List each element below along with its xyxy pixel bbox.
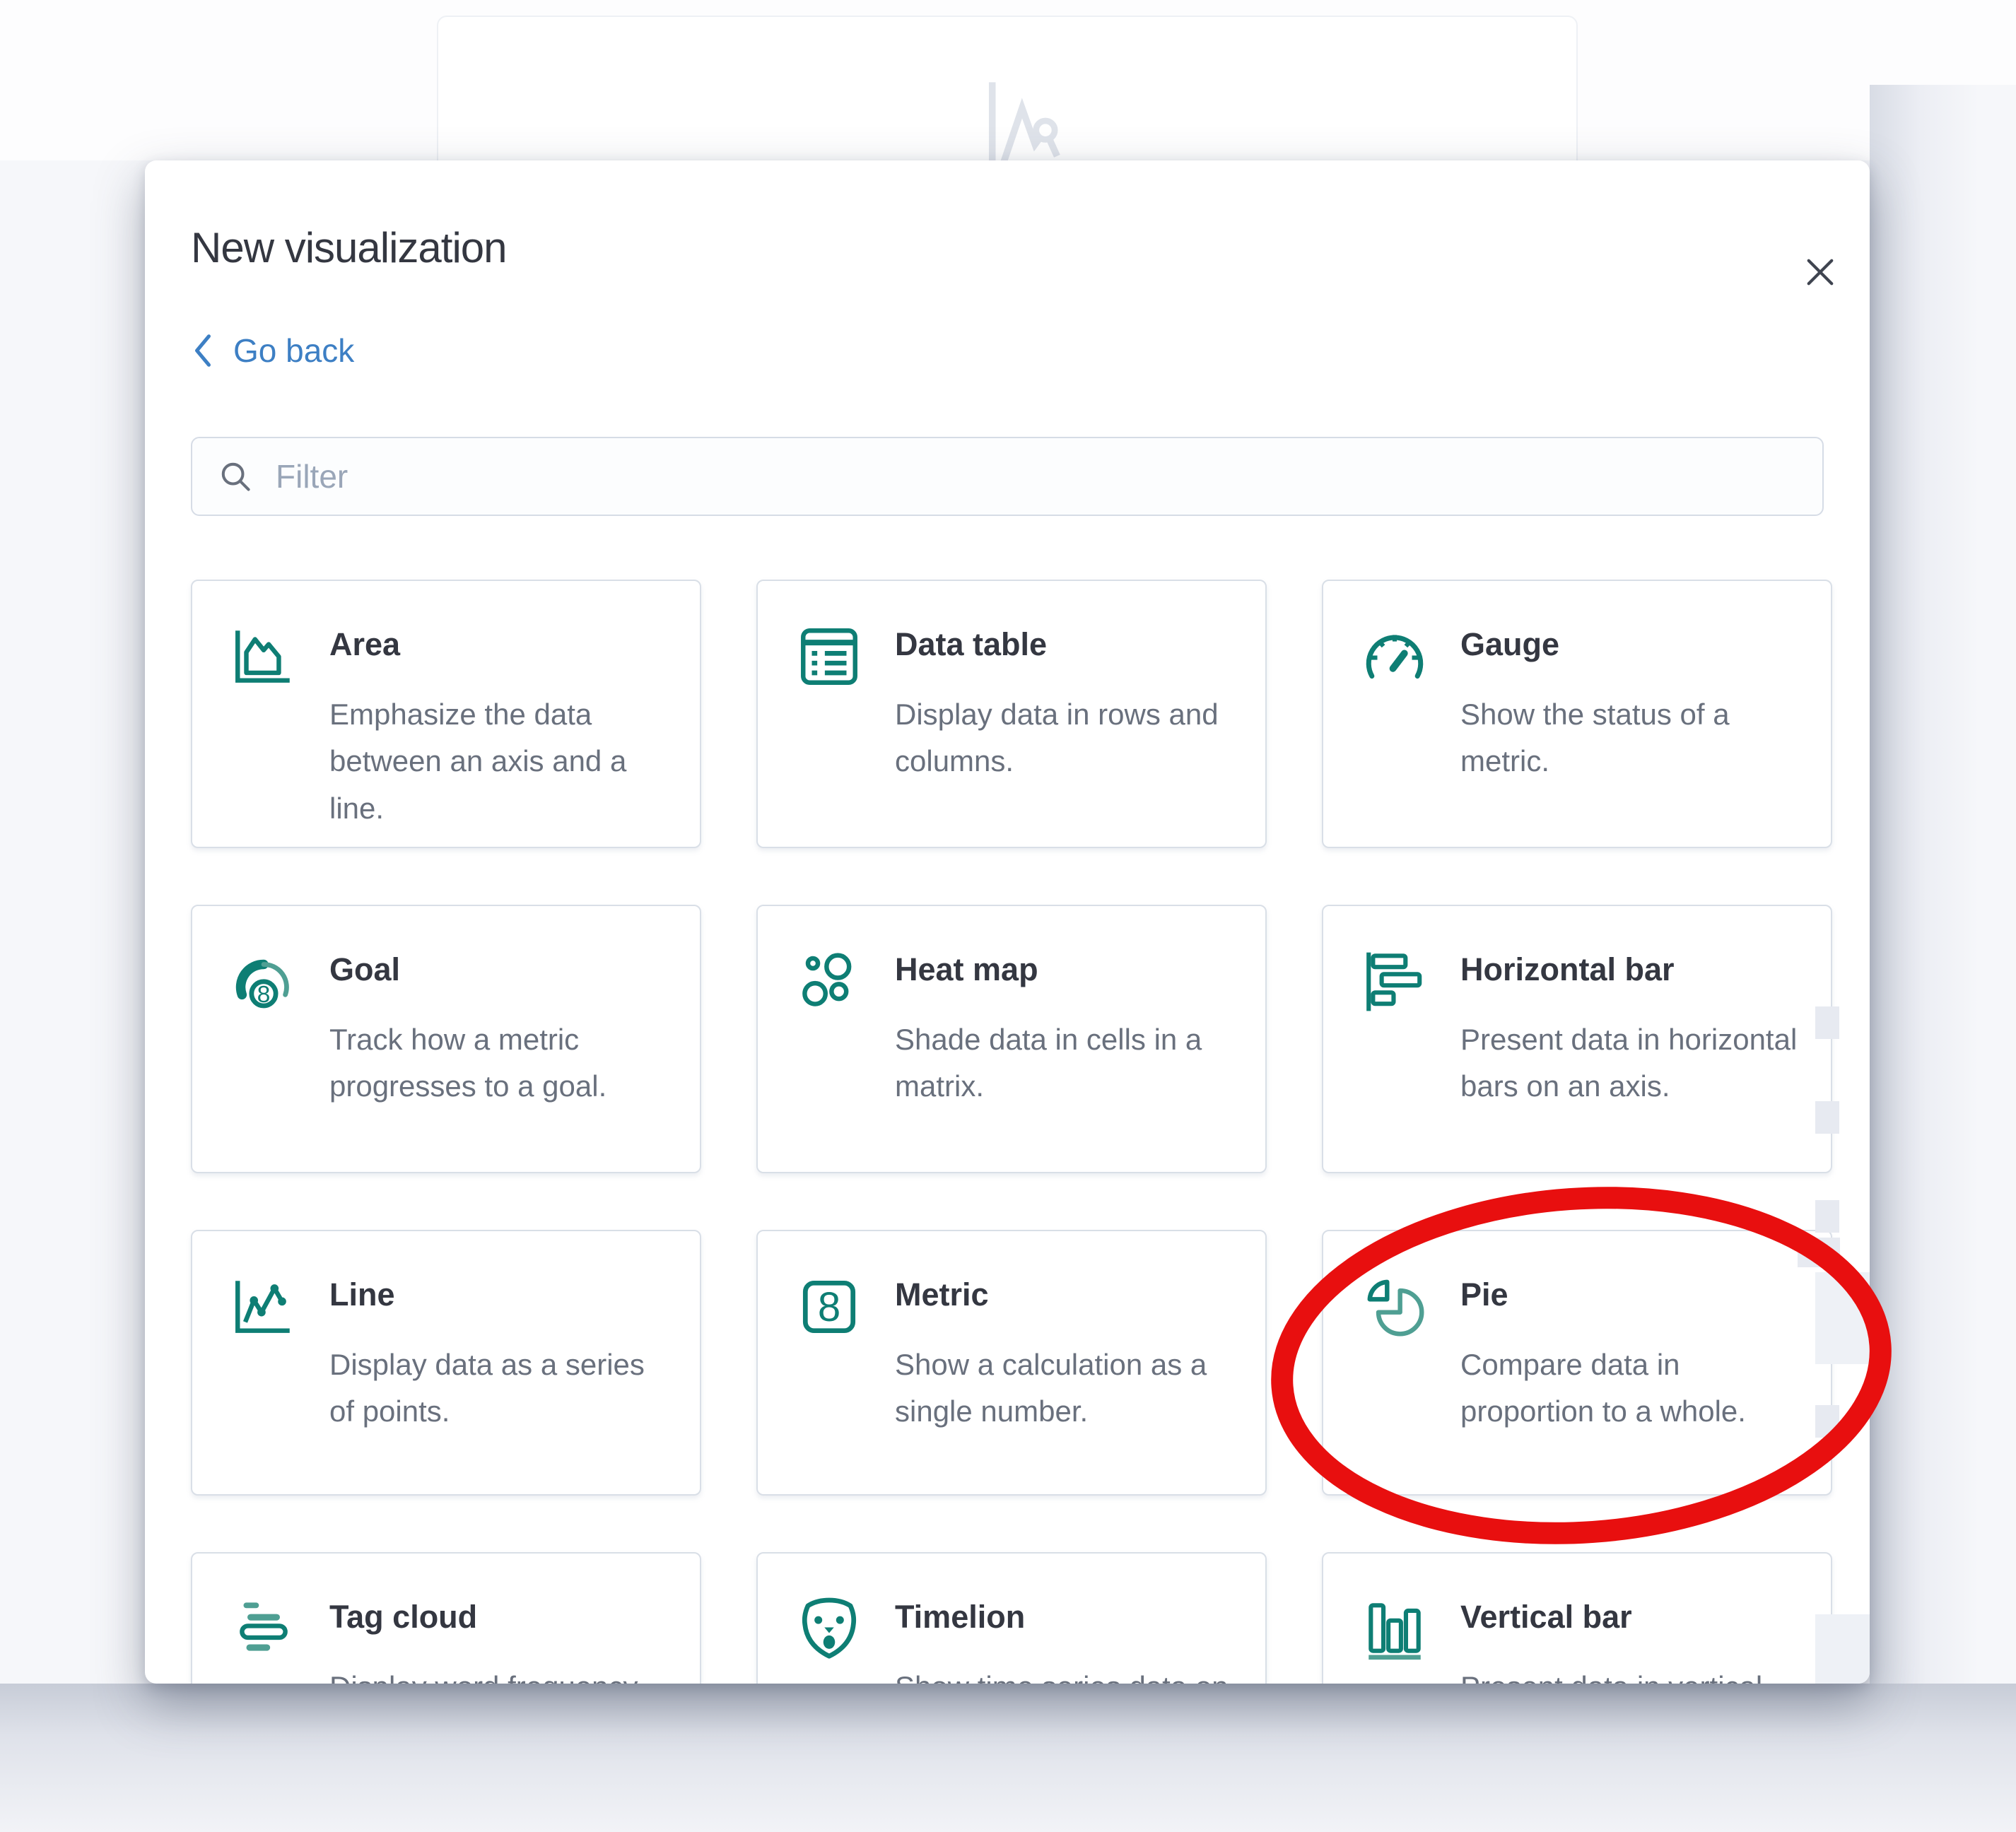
card-title: Area [329,626,677,663]
vis-card-metric[interactable]: 8 Metric Show a calculation as a single … [756,1230,1267,1496]
vis-card-line[interactable]: Line Display data as a series of points. [191,1230,701,1496]
card-title: Horizontal bar [1460,951,1808,988]
card-title: Line [329,1276,677,1313]
vertical-bar-icon [1360,1595,1429,1664]
background-bar-fragment [1815,1405,1839,1438]
filter-search-box[interactable] [191,437,1824,516]
card-title: Heat map [895,951,1243,988]
svg-text:8: 8 [257,982,271,1008]
vis-card-goal[interactable]: 8 Goal Track how a metric progresses to … [191,905,701,1173]
search-icon [216,457,254,495]
background-panel-fragment [1815,1614,1870,1684]
card-title: Vertical bar [1460,1599,1808,1636]
close-icon [1802,254,1839,290]
card-description: Display data in rows and columns. [895,691,1243,785]
vis-card-area[interactable]: Area Emphasize the data between an axis … [191,580,701,848]
line-chart-icon [229,1272,298,1341]
vis-card-heat-map[interactable]: Heat map Shade data in cells in a matrix… [756,905,1267,1173]
new-visualization-modal: New visualization Go back Area [145,160,1870,1684]
vis-card-vertical-bar[interactable]: Vertical bar Present data in vertical ba… [1322,1552,1832,1684]
card-title: Goal [329,951,677,988]
pie-chart-icon [1360,1272,1429,1341]
card-description: Emphasize the data between an axis and a… [329,691,677,832]
card-description: Track how a metric progresses to a goal. [329,1016,677,1110]
card-description: Shade data in cells in a matrix. [895,1016,1243,1110]
svg-text:8: 8 [818,1284,840,1330]
card-description: Present data in horizontal bars on an ax… [1460,1016,1808,1110]
card-description: Display word frequency with font size. [329,1664,677,1684]
tag-cloud-icon [229,1595,298,1664]
vis-card-horizontal-bar[interactable]: Horizontal bar Present data in horizonta… [1322,905,1832,1173]
card-title: Data table [895,626,1243,663]
page-background-right [1870,85,2016,1832]
card-description: Display data as a series of points. [329,1341,677,1435]
heat-map-icon [795,947,864,1016]
card-description: Show the status of a metric. [1460,691,1808,785]
data-table-icon [795,622,864,691]
card-description: Present data in vertical bars on an axis… [1460,1664,1808,1684]
gauge-icon [1360,622,1429,691]
card-description: Show time series data on a graph. [895,1664,1243,1684]
area-chart-icon [229,622,298,691]
horizontal-bar-icon [1360,947,1429,1016]
card-description: Show a calculation as a single number. [895,1341,1243,1435]
timelion-bear-icon [795,1595,864,1664]
modal-title: New visualization [191,223,1824,274]
card-description: Compare data in proportion to a whole. [1460,1341,1808,1435]
card-title: Gauge [1460,626,1808,663]
vis-card-gauge[interactable]: Gauge Show the status of a metric. [1322,580,1832,848]
vis-card-pie[interactable]: Pie Compare data in proportion to a whol… [1322,1230,1832,1496]
card-title: Metric [895,1276,1243,1313]
background-bar-fragment [1798,1238,1840,1267]
card-title: Pie [1460,1276,1808,1313]
card-title: Tag cloud [329,1599,677,1636]
page-background-bottom [0,1684,2016,1832]
background-bar-fragment [1815,1006,1839,1039]
vis-card-data-table[interactable]: Data table Display data in rows and colu… [756,580,1267,848]
background-bar-fragment [1815,1101,1839,1134]
filter-input[interactable] [276,457,1798,495]
close-button[interactable] [1789,241,1851,303]
metric-icon: 8 [795,1272,864,1341]
visualization-type-grid: Area Emphasize the data between an axis … [191,580,1824,1684]
go-back-link[interactable]: Go back [191,331,354,370]
chevron-left-icon [191,331,215,370]
vis-card-tag-cloud[interactable]: Tag cloud Display word frequency with fo… [191,1552,701,1684]
vis-card-timelion[interactable]: Timelion Show time series data on a grap… [756,1552,1267,1684]
background-panel-fragment [1815,1272,1870,1364]
card-title: Timelion [895,1599,1243,1636]
go-back-label: Go back [233,331,354,370]
goal-icon: 8 [229,947,298,1016]
background-bar-fragment [1815,1200,1839,1233]
